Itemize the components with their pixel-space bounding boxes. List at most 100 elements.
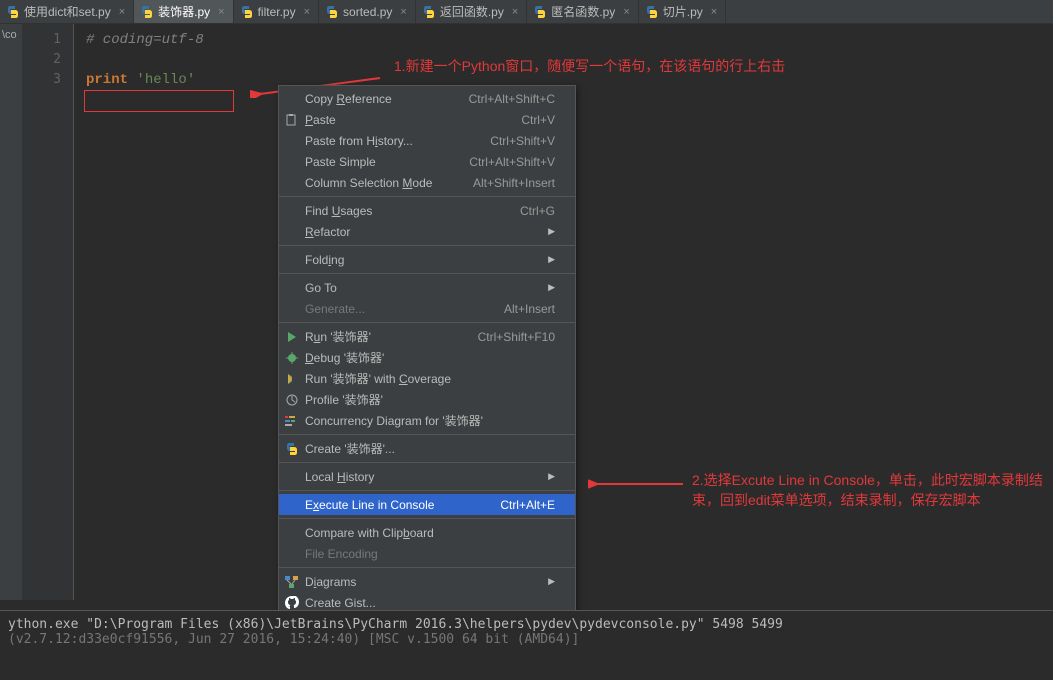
tab-item[interactable]: 返回函数.py × bbox=[416, 0, 527, 23]
menu-shortcut: Alt+Insert bbox=[504, 302, 555, 316]
tab-item[interactable]: 切片.py × bbox=[639, 0, 726, 23]
menu-separator bbox=[279, 490, 575, 491]
tab-label: sorted.py bbox=[343, 5, 392, 19]
menu-label: Column Selection Mode bbox=[305, 176, 432, 190]
close-icon[interactable]: × bbox=[119, 6, 125, 18]
menu-label: Debug '装饰器' bbox=[305, 349, 384, 366]
close-icon[interactable]: × bbox=[711, 6, 717, 18]
menu-debug[interactable]: Debug '装饰器' bbox=[279, 347, 575, 368]
menu-label: Paste from History... bbox=[305, 134, 413, 148]
menu-execute-line-console[interactable]: Execute Line in Console Ctrl+Alt+E bbox=[279, 494, 575, 515]
code-comment: # coding=utf-8 bbox=[86, 32, 204, 48]
python-icon bbox=[140, 5, 154, 19]
tab-item[interactable]: 匿名函数.py × bbox=[527, 0, 638, 23]
menu-refactor[interactable]: Refactor ▶ bbox=[279, 221, 575, 242]
menu-create-run-config[interactable]: Create '装饰器'... bbox=[279, 438, 575, 459]
python-icon bbox=[422, 5, 436, 19]
tab-item[interactable]: sorted.py × bbox=[319, 0, 416, 23]
tab-label: 使用dict和set.py bbox=[24, 3, 111, 20]
menu-label: Diagrams bbox=[305, 575, 356, 589]
menu-concurrency[interactable]: Concurrency Diagram for '装饰器' bbox=[279, 410, 575, 431]
close-icon[interactable]: × bbox=[218, 6, 224, 18]
line-number: 2 bbox=[22, 50, 61, 70]
menu-label: Paste Simple bbox=[305, 155, 376, 169]
code-string: 'hello' bbox=[136, 72, 195, 88]
close-icon[interactable]: × bbox=[512, 6, 518, 18]
debug-icon bbox=[284, 350, 300, 366]
python-icon bbox=[645, 5, 659, 19]
python-icon bbox=[284, 441, 300, 457]
code-keyword: print bbox=[86, 72, 128, 88]
menu-run-coverage[interactable]: Run '装饰器' with Coverage bbox=[279, 368, 575, 389]
menu-shortcut: Ctrl+Alt+Shift+C bbox=[469, 92, 555, 106]
python-icon bbox=[240, 5, 254, 19]
menu-separator bbox=[279, 196, 575, 197]
menu-label: Run '装饰器' with Coverage bbox=[305, 370, 451, 387]
menu-column-selection[interactable]: Column Selection Mode Alt+Shift+Insert bbox=[279, 172, 575, 193]
console-line: ython.exe "D:\Program Files (x86)\JetBra… bbox=[8, 617, 1045, 632]
python-icon bbox=[325, 5, 339, 19]
menu-separator bbox=[279, 273, 575, 274]
menu-goto[interactable]: Go To ▶ bbox=[279, 277, 575, 298]
tab-label: 切片.py bbox=[663, 3, 703, 20]
menu-label: Go To bbox=[305, 281, 337, 295]
editor-context-menu: Copy Reference Ctrl+Alt+Shift+C Paste Ct… bbox=[278, 85, 576, 616]
python-console[interactable]: ython.exe "D:\Program Files (x86)\JetBra… bbox=[0, 610, 1053, 680]
menu-generate: Generate... Alt+Insert bbox=[279, 298, 575, 319]
menu-separator bbox=[279, 322, 575, 323]
line-number: 1 bbox=[22, 30, 61, 50]
menu-label: Local History bbox=[305, 470, 374, 484]
menu-paste[interactable]: Paste Ctrl+V bbox=[279, 109, 575, 130]
menu-shortcut: Ctrl+Shift+F10 bbox=[478, 330, 555, 344]
tab-item[interactable]: 装饰器.py × bbox=[134, 0, 233, 23]
menu-separator bbox=[279, 518, 575, 519]
menu-separator bbox=[279, 434, 575, 435]
menu-shortcut: Ctrl+Alt+Shift+V bbox=[469, 155, 555, 169]
menu-profile[interactable]: Profile '装饰器' bbox=[279, 389, 575, 410]
menu-folding[interactable]: Folding ▶ bbox=[279, 249, 575, 270]
menu-paste-simple[interactable]: Paste Simple Ctrl+Alt+Shift+V bbox=[279, 151, 575, 172]
menu-shortcut: Alt+Shift+Insert bbox=[473, 176, 555, 190]
menu-find-usages[interactable]: Find Usages Ctrl+G bbox=[279, 200, 575, 221]
tab-item[interactable]: 使用dict和set.py × bbox=[0, 0, 134, 23]
close-icon[interactable]: × bbox=[400, 6, 406, 18]
close-icon[interactable]: × bbox=[304, 6, 310, 18]
menu-label: Create '装饰器'... bbox=[305, 440, 395, 457]
console-line: (v2.7.12:d33e0cf91556, Jun 27 2016, 15:2… bbox=[8, 632, 1045, 647]
menu-label: File Encoding bbox=[305, 547, 378, 561]
menu-run[interactable]: Run '装饰器' Ctrl+Shift+F10 bbox=[279, 326, 575, 347]
close-icon[interactable]: × bbox=[623, 6, 629, 18]
menu-copy-reference[interactable]: Copy Reference Ctrl+Alt+Shift+C bbox=[279, 88, 575, 109]
menu-shortcut: Ctrl+G bbox=[520, 204, 555, 218]
profile-icon bbox=[284, 392, 300, 408]
menu-paste-history[interactable]: Paste from History... Ctrl+Shift+V bbox=[279, 130, 575, 151]
coverage-icon bbox=[284, 371, 300, 387]
github-icon bbox=[284, 595, 300, 611]
project-sidebar[interactable]: \co bbox=[0, 24, 22, 600]
chevron-right-icon: ▶ bbox=[548, 471, 555, 482]
paste-icon bbox=[284, 112, 300, 128]
menu-separator bbox=[279, 567, 575, 568]
menu-label: Run '装饰器' bbox=[305, 328, 371, 345]
chevron-right-icon: ▶ bbox=[548, 282, 555, 293]
menu-label: Refactor bbox=[305, 225, 350, 239]
tab-label: 装饰器.py bbox=[158, 3, 210, 20]
menu-shortcut: Ctrl+V bbox=[521, 113, 555, 127]
menu-label: Execute Line in Console bbox=[305, 498, 434, 512]
menu-shortcut: Ctrl+Shift+V bbox=[490, 134, 555, 148]
tab-item[interactable]: filter.py × bbox=[234, 0, 319, 23]
menu-separator bbox=[279, 245, 575, 246]
menu-local-history[interactable]: Local History ▶ bbox=[279, 466, 575, 487]
menu-label: Find Usages bbox=[305, 204, 372, 218]
menu-label: Concurrency Diagram for '装饰器' bbox=[305, 412, 483, 429]
diagram-icon bbox=[284, 574, 300, 590]
menu-shortcut: Ctrl+Alt+E bbox=[500, 498, 555, 512]
editor-tabs: 使用dict和set.py × 装饰器.py × filter.py × sor… bbox=[0, 0, 1053, 24]
sidebar-item[interactable]: \co bbox=[0, 24, 22, 46]
menu-compare-clipboard[interactable]: Compare with Clipboard bbox=[279, 522, 575, 543]
menu-label: Paste bbox=[305, 113, 336, 127]
tab-label: filter.py bbox=[258, 5, 296, 19]
menu-diagrams[interactable]: Diagrams ▶ bbox=[279, 571, 575, 592]
tab-label: 返回函数.py bbox=[440, 3, 504, 20]
menu-label: Copy Reference bbox=[305, 92, 392, 106]
